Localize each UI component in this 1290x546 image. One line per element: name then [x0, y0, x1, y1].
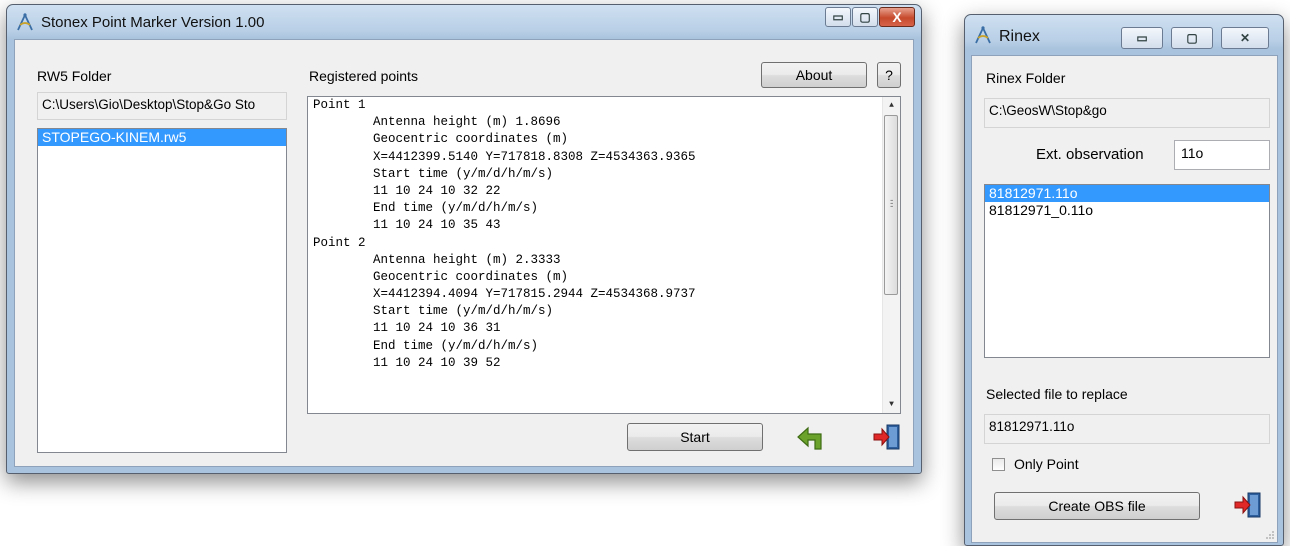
- scroll-thumb[interactable]: ---: [884, 115, 898, 295]
- rinex-client-area: Rinex Folder C:\GeosW\Stop&go Ext. obser…: [971, 55, 1278, 543]
- minimize-icon: ▭: [1136, 31, 1148, 45]
- scroll-down-icon[interactable]: ▼: [883, 396, 900, 413]
- registered-point-line: Geocentric coordinates (m): [313, 269, 569, 284]
- registered-point-line: Start time (y/m/d/h/m/s): [313, 304, 554, 319]
- rw5-file-item[interactable]: STOPEGO-KINEM.rw5: [38, 129, 286, 146]
- create-obs-button[interactable]: Create OBS file: [994, 492, 1200, 520]
- rinex-titlebar[interactable]: Rinex ▭ ▢ ✕: [965, 15, 1283, 55]
- rinex-maximize-button[interactable]: ▢: [1171, 27, 1213, 49]
- about-button[interactable]: About: [761, 62, 867, 88]
- rinex-folder-path: C:\GeosW\Stop&go: [984, 98, 1270, 128]
- scroll-grip-icon: ---: [889, 196, 895, 212]
- registered-point-line: Antenna height (m) 2.3333: [313, 252, 561, 267]
- registered-point-line: End time (y/m/d/h/m/s): [313, 338, 539, 353]
- start-button[interactable]: Start: [627, 423, 763, 451]
- registered-point-line: 11 10 24 10 36 31: [313, 321, 501, 336]
- rinex-close-button[interactable]: ✕: [1221, 27, 1269, 49]
- back-arrow-icon[interactable]: [795, 422, 829, 452]
- selected-file-field: 81812971.11o: [984, 414, 1270, 444]
- rinex-minimize-button[interactable]: ▭: [1121, 27, 1163, 49]
- close-icon: ✕: [1239, 31, 1251, 45]
- minimize-button[interactable]: ▭: [825, 7, 851, 27]
- registered-points-lines: Point 1 Antenna height (m) 1.8696 Geocen…: [308, 97, 900, 372]
- rinex-file-item[interactable]: 81812971.11o: [985, 185, 1269, 202]
- registered-point-line: Point 1: [313, 98, 366, 112]
- maximize-icon: ▢: [859, 10, 871, 24]
- registered-point-line: 11 10 24 10 39 52: [313, 355, 501, 370]
- resize-grip-icon[interactable]: [1265, 530, 1275, 540]
- registered-point-line: 11 10 24 10 32 22: [313, 183, 501, 198]
- registered-points-label: Registered points: [309, 68, 418, 84]
- help-button[interactable]: ?: [877, 62, 901, 88]
- selected-file-label: Selected file to replace: [986, 386, 1128, 402]
- ext-observation-label: Ext. observation: [1036, 146, 1144, 163]
- registered-point-line: Geocentric coordinates (m): [313, 132, 569, 147]
- main-titlebar[interactable]: Stonex Point Marker Version 1.00 ▭ ▢ X: [7, 5, 921, 39]
- registered-point-line: Start time (y/m/d/h/m/s): [313, 166, 554, 181]
- rinex-window-title: Rinex: [999, 28, 1040, 45]
- registered-point-line: X=4412394.4094 Y=717815.2944 Z=4534368.9…: [313, 287, 696, 302]
- maximize-icon: ▢: [1186, 31, 1198, 45]
- exit-door-icon[interactable]: [1232, 490, 1264, 520]
- rinex-file-item[interactable]: 81812971_0.11o: [985, 202, 1269, 219]
- rw5-folder-path: C:\Users\Gio\Desktop\Stop&Go Sto: [37, 92, 287, 120]
- rw5-folder-label: RW5 Folder: [37, 68, 112, 84]
- rinex-file-list[interactable]: 81812971.11o 81812971_0.11o: [984, 184, 1270, 358]
- main-window-title: Stonex Point Marker Version 1.00: [41, 14, 265, 31]
- app-compass-icon: [17, 12, 33, 31]
- registered-point-line: 11 10 24 10 35 43: [313, 218, 501, 233]
- exit-door-icon[interactable]: [871, 422, 903, 452]
- close-button[interactable]: X: [879, 7, 915, 27]
- rinex-folder-label: Rinex Folder: [986, 70, 1066, 86]
- rinex-window: Rinex ▭ ▢ ✕ Rinex Folder C:\GeosW\Stop&g…: [964, 14, 1284, 546]
- registered-point-line: Antenna height (m) 1.8696: [313, 115, 561, 130]
- main-client-area: RW5 Folder C:\Users\Gio\Desktop\Stop&Go …: [14, 39, 914, 467]
- rw5-file-list[interactable]: STOPEGO-KINEM.rw5: [37, 128, 287, 453]
- main-window: Stonex Point Marker Version 1.00 ▭ ▢ X R…: [6, 4, 922, 474]
- registered-point-line: Point 2: [313, 235, 366, 250]
- only-point-checkbox[interactable]: [992, 458, 1005, 471]
- registered-point-line: End time (y/m/d/h/m/s): [313, 201, 539, 216]
- scroll-up-icon[interactable]: ▲: [883, 97, 900, 114]
- registered-points-text[interactable]: Point 1 Antenna height (m) 1.8696 Geocen…: [307, 96, 901, 414]
- only-point-label[interactable]: Only Point: [1014, 456, 1079, 472]
- registered-scrollbar[interactable]: ▲ --- ▼: [882, 97, 900, 413]
- minimize-icon: ▭: [832, 10, 844, 24]
- ext-observation-input[interactable]: 11o: [1174, 140, 1270, 170]
- registered-point-line: X=4412399.5140 Y=717818.8308 Z=4534363.9…: [313, 149, 696, 164]
- app-compass-icon: [975, 25, 991, 44]
- maximize-button[interactable]: ▢: [852, 7, 878, 27]
- close-icon: X: [892, 9, 902, 25]
